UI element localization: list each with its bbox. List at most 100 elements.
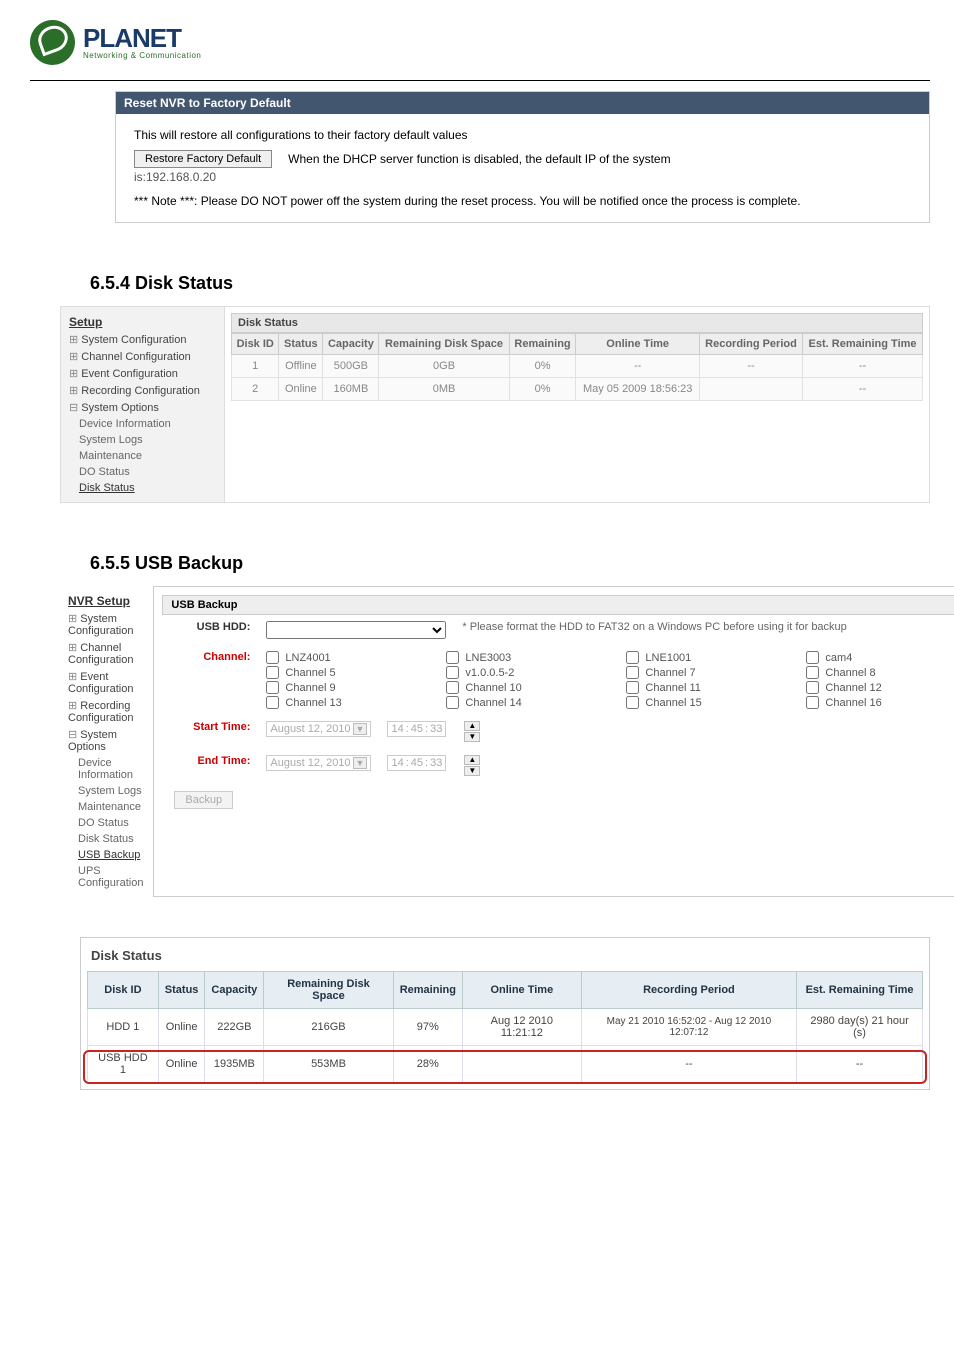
channel-item[interactable]: Channel 9 — [266, 681, 426, 694]
sidebar-heading[interactable]: Setup — [65, 313, 220, 331]
col-est: Est. Remaining Time — [797, 972, 923, 1009]
channel-checkbox[interactable] — [266, 696, 279, 709]
cell-online: May 05 2009 18:56:23 — [576, 378, 699, 401]
end-time-spinner[interactable]: ▲▼ — [464, 755, 480, 777]
reset-panel-title: Reset NVR to Factory Default — [116, 92, 929, 114]
tree-disk-status[interactable]: Disk Status — [65, 480, 220, 496]
spinner-down-icon[interactable]: ▼ — [464, 732, 480, 742]
tree-recording-config[interactable]: Recording Configuration — [64, 697, 147, 726]
col-status: Status — [158, 972, 205, 1009]
tree-event-config[interactable]: Event Configuration — [64, 668, 147, 697]
channel-checkbox[interactable] — [626, 666, 639, 679]
restore-factory-default-button[interactable]: Restore Factory Default — [134, 150, 272, 168]
cell-rds: 0MB — [379, 378, 509, 401]
tree-device-information[interactable]: Device Information — [64, 755, 147, 783]
channel-item[interactable]: Channel 12 — [806, 681, 954, 694]
channel-name: Channel 10 — [465, 682, 521, 694]
tree-channel-config[interactable]: Channel Configuration — [64, 639, 147, 668]
spinner-down-icon[interactable]: ▼ — [464, 766, 480, 776]
start-time-field[interactable]: 14:45:33 — [387, 721, 446, 737]
tree-do-status[interactable]: DO Status — [65, 464, 220, 480]
channel-item[interactable]: Channel 7 — [626, 666, 786, 679]
disk-status-table: Disk ID Status Capacity Remaining Disk S… — [231, 333, 923, 401]
channel-item[interactable]: Channel 5 — [266, 666, 426, 679]
channel-item[interactable]: LNZ4001 — [266, 651, 426, 664]
cell-capacity: 1935MB — [205, 1046, 264, 1083]
channel-checkbox[interactable] — [446, 666, 459, 679]
tree-disk-status[interactable]: Disk Status — [64, 831, 147, 847]
tree-system-config[interactable]: System Configuration — [64, 610, 147, 639]
tree-system-logs[interactable]: System Logs — [64, 783, 147, 799]
cell-rec: -- — [581, 1046, 796, 1083]
channel-checkbox[interactable] — [626, 696, 639, 709]
chevron-down-icon[interactable]: ▼ — [353, 723, 368, 735]
channel-name: Channel 7 — [645, 667, 695, 679]
tree-system-options[interactable]: System Options — [64, 726, 147, 755]
channel-item[interactable]: LNE1001 — [626, 651, 786, 664]
nvr-sidebar-heading[interactable]: NVR Setup — [64, 592, 147, 610]
header-logo: PLANET Networking & Communication — [30, 20, 930, 65]
bottom-disk-status: Disk Status Disk ID Status Capacity Rema… — [80, 937, 930, 1090]
spinner-up-icon[interactable]: ▲ — [464, 755, 480, 765]
tree-do-status[interactable]: DO Status — [64, 815, 147, 831]
channel-item[interactable]: cam4 — [806, 651, 954, 664]
channel-item[interactable]: Channel 13 — [266, 696, 426, 709]
tree-system-options[interactable]: System Options — [65, 399, 220, 416]
tree-maintenance[interactable]: Maintenance — [65, 448, 220, 464]
channel-checkbox[interactable] — [806, 666, 819, 679]
channel-checkbox[interactable] — [446, 696, 459, 709]
channel-name: Channel 16 — [825, 697, 881, 709]
disk-status-panel-title: Disk Status — [231, 313, 923, 333]
default-ip-text: is:192.168.0.20 — [134, 170, 911, 184]
tree-system-logs[interactable]: System Logs — [65, 432, 220, 448]
tree-maintenance[interactable]: Maintenance — [64, 799, 147, 815]
end-time-field[interactable]: 14:45:33 — [387, 755, 446, 771]
channel-item[interactable]: Channel 8 — [806, 666, 954, 679]
channel-checkbox[interactable] — [266, 651, 279, 664]
backup-button[interactable]: Backup — [174, 791, 233, 809]
channel-item[interactable]: Channel 10 — [446, 681, 606, 694]
tree-system-config[interactable]: System Configuration — [65, 331, 220, 348]
channel-item[interactable]: Channel 11 — [626, 681, 786, 694]
chevron-down-icon[interactable]: ▼ — [353, 757, 368, 769]
end-sec: 33 — [430, 757, 442, 769]
channel-checkbox[interactable] — [626, 681, 639, 694]
tree-channel-config[interactable]: Channel Configuration — [65, 348, 220, 365]
nvr-setup-sidebar: NVR Setup System Configuration Channel C… — [60, 586, 151, 897]
usb-backup-title: USB Backup — [162, 595, 954, 615]
start-date-field[interactable]: August 12, 2010 ▼ — [266, 721, 371, 737]
channel-grid: LNZ4001 LNE3003 LNE1001 cam4 Channel 5 v… — [266, 651, 954, 709]
usb-hdd-select[interactable] — [266, 621, 446, 639]
table-row: HDD 1 Online 222GB 216GB 97% Aug 12 2010… — [88, 1009, 923, 1046]
channel-item[interactable]: Channel 15 — [626, 696, 786, 709]
end-date-value: August 12, 2010 — [270, 757, 350, 769]
channel-name: Channel 13 — [285, 697, 341, 709]
tree-usb-backup[interactable]: USB Backup — [64, 847, 147, 863]
start-time-spinner[interactable]: ▲▼ — [464, 721, 480, 743]
reset-panel: Reset NVR to Factory Default This will r… — [115, 91, 930, 223]
col-capacity: Capacity — [205, 972, 264, 1009]
channel-checkbox[interactable] — [266, 666, 279, 679]
channel-checkbox[interactable] — [446, 651, 459, 664]
tree-ups-config[interactable]: UPS Configuration — [64, 863, 147, 891]
tree-device-information[interactable]: Device Information — [65, 416, 220, 432]
channel-name: Channel 11 — [645, 682, 700, 694]
end-time-label: End Time: — [170, 755, 250, 767]
channel-item[interactable]: Channel 14 — [446, 696, 606, 709]
channel-checkbox[interactable] — [626, 651, 639, 664]
channel-item[interactable]: v1.0.0.5-2 — [446, 666, 606, 679]
tree-recording-config[interactable]: Recording Configuration — [65, 382, 220, 399]
end-date-field[interactable]: August 12, 2010 ▼ — [266, 755, 371, 771]
channel-checkbox[interactable] — [266, 681, 279, 694]
cell-disk-id: USB HDD 1 — [88, 1046, 159, 1083]
channel-checkbox[interactable] — [806, 681, 819, 694]
channel-item[interactable]: LNE3003 — [446, 651, 606, 664]
tree-event-config[interactable]: Event Configuration — [65, 365, 220, 382]
spinner-up-icon[interactable]: ▲ — [464, 721, 480, 731]
col-rds: Remaining Disk Space — [379, 334, 509, 355]
channel-checkbox[interactable] — [806, 696, 819, 709]
bottom-disk-table: Disk ID Status Capacity Remaining Disk S… — [87, 971, 923, 1083]
channel-checkbox[interactable] — [806, 651, 819, 664]
channel-item[interactable]: Channel 16 — [806, 696, 954, 709]
channel-checkbox[interactable] — [446, 681, 459, 694]
